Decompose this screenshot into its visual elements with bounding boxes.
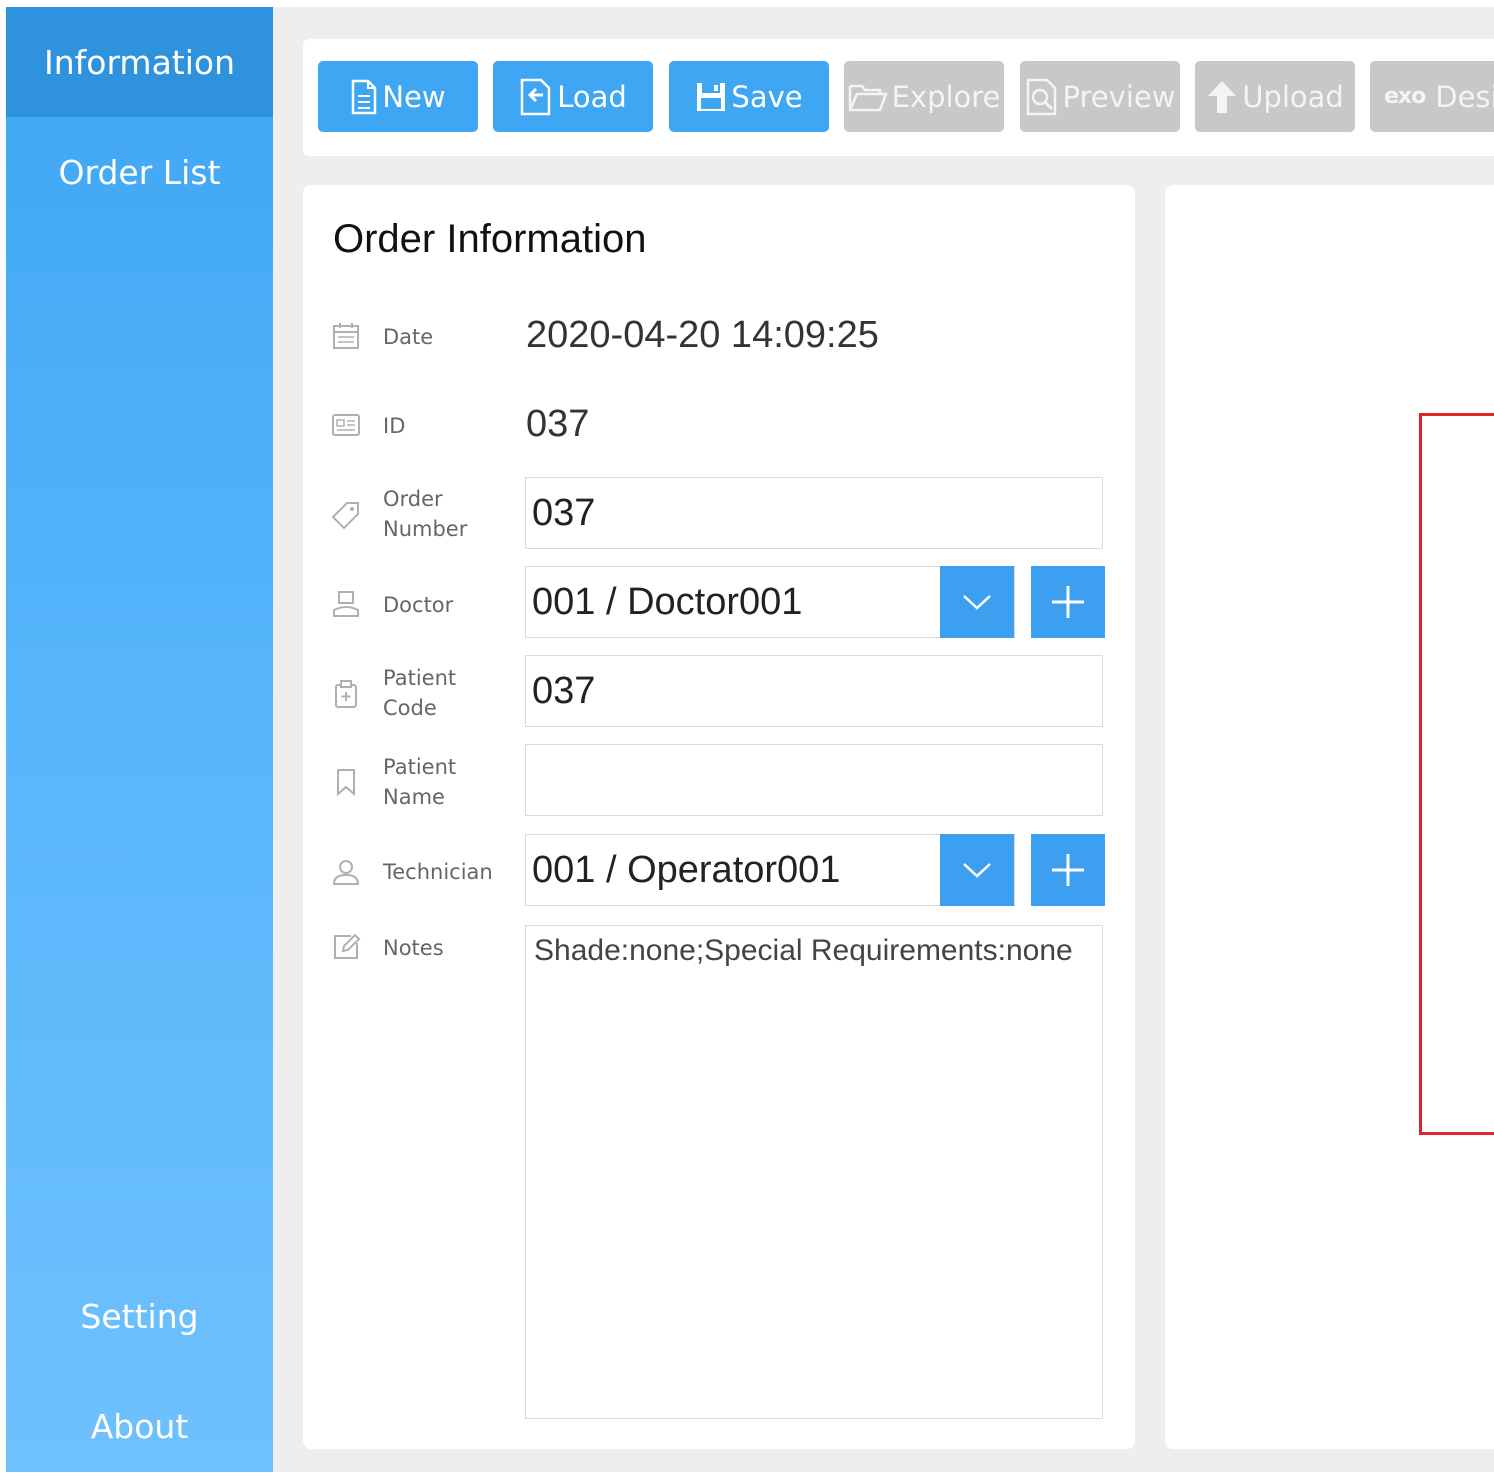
plus-icon	[1052, 586, 1084, 618]
date-label: Date	[383, 325, 434, 349]
patient-name-label-line1: Patient	[383, 755, 457, 779]
notes-textarea[interactable]: Shade:none;Special Requirements:none	[525, 925, 1103, 1419]
sidebar-item-label: Information	[43, 42, 236, 82]
chevron-down-icon	[963, 595, 991, 610]
chevron-down-icon	[963, 863, 991, 878]
save-button[interactable]: Save	[669, 61, 829, 132]
new-button[interactable]: New	[318, 61, 478, 132]
doctor-label: Doctor	[383, 593, 454, 617]
main-area: New Load Save Explore Preview Upload exo…	[273, 7, 1494, 1472]
load-button[interactable]: Load	[493, 61, 653, 132]
notes-label: Notes	[383, 936, 444, 960]
explore-button-label: Explore	[891, 79, 1001, 114]
id-label: ID	[383, 414, 406, 438]
technician-label: Technician	[383, 860, 493, 884]
sidebar-item-label: About	[90, 1406, 189, 1446]
calendar-icon	[333, 323, 359, 349]
exo-logo: exo	[1384, 84, 1426, 109]
order-information-panel: Order Information Date 2020-04-20 14:09:…	[303, 185, 1135, 1449]
add-doctor-button[interactable]	[1031, 566, 1105, 638]
patient-code-field[interactable]: 037	[525, 655, 1103, 727]
doctor-dropdown-button[interactable]	[940, 566, 1014, 638]
sidebar: Information Order List Setting About	[6, 7, 273, 1472]
upload-button[interactable]: Upload	[1195, 61, 1355, 132]
floppy-disk-icon	[697, 82, 726, 111]
sidebar-item-label: Order List	[58, 152, 221, 192]
edit-icon	[334, 933, 361, 959]
technician-dropdown-button[interactable]	[940, 834, 1014, 906]
sidebar-item-label: Setting	[80, 1296, 199, 1336]
patient-code-label-line2: Code	[383, 696, 437, 720]
order-number-field[interactable]: 037	[525, 477, 1103, 549]
plus-icon	[1052, 854, 1084, 886]
order-number-label-line2: Number	[383, 517, 468, 541]
patient-name-field[interactable]	[525, 744, 1103, 816]
new-button-label: New	[382, 79, 446, 114]
preview-button-label: Preview	[1062, 79, 1176, 114]
patient-code-icon	[335, 680, 357, 708]
id-card-icon	[332, 414, 360, 436]
highlight-frame	[1419, 413, 1494, 1135]
new-file-icon	[352, 79, 377, 114]
preview-button[interactable]: Preview	[1020, 61, 1180, 132]
page-title: Order Information	[333, 217, 647, 261]
order-number-label-line1: Order	[383, 487, 443, 511]
bookmark-icon	[337, 769, 355, 797]
user-icon	[332, 860, 360, 885]
exo-design-button[interactable]: exo Desig	[1370, 61, 1494, 132]
preview-panel	[1165, 185, 1494, 1449]
sidebar-item-information[interactable]: Information	[6, 7, 273, 117]
tag-icon	[331, 502, 359, 530]
doctor-icon	[333, 591, 359, 617]
patient-code-label-line1: Patient	[383, 666, 457, 690]
preview-icon	[1026, 78, 1056, 115]
patient-name-label: Patient Name	[383, 752, 456, 812]
id-value: 037	[526, 403, 590, 445]
sidebar-item-setting[interactable]: Setting	[6, 1261, 273, 1371]
toolbar: New Load Save Explore Preview Upload exo…	[303, 39, 1494, 156]
explore-button[interactable]: Explore	[844, 61, 1004, 132]
folder-open-icon	[848, 84, 888, 111]
exo-design-button-label: Desig	[1435, 79, 1494, 114]
order-number-label: Order Number	[383, 484, 467, 544]
upload-arrow-icon	[1208, 80, 1237, 113]
patient-code-label: Patient Code	[383, 663, 456, 723]
sidebar-item-order-list[interactable]: Order List	[6, 117, 273, 227]
upload-button-label: Upload	[1242, 79, 1344, 114]
load-icon	[520, 78, 551, 115]
load-button-label: Load	[557, 79, 627, 114]
date-value: 2020-04-20 14:09:25	[526, 314, 879, 356]
patient-name-label-line2: Name	[383, 785, 445, 809]
add-technician-button[interactable]	[1031, 834, 1105, 906]
sidebar-item-about[interactable]: About	[6, 1371, 273, 1481]
save-button-label: Save	[731, 79, 803, 114]
